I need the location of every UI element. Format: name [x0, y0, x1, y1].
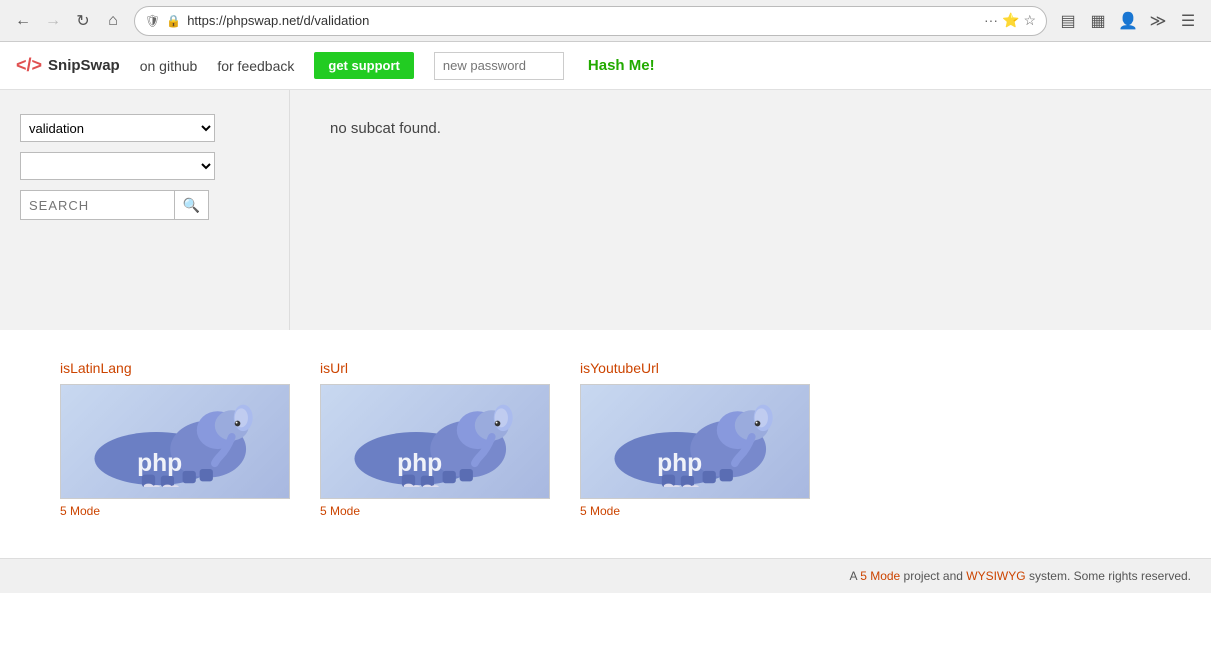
- svg-text:php: php: [397, 449, 442, 476]
- hash-me-button[interactable]: Hash Me!: [588, 57, 655, 74]
- snippet-mode-link-2[interactable]: 5 Mode: [580, 504, 620, 518]
- footer-text-middle: project and: [900, 569, 966, 583]
- address-actions: ··· ⭐ ☆: [984, 12, 1036, 29]
- get-support-button[interactable]: get support: [314, 52, 414, 79]
- snippet-meta-1: 5 Mode: [320, 504, 550, 518]
- menu-icon[interactable]: ☰: [1175, 8, 1201, 34]
- forward-button[interactable]: →: [40, 8, 66, 34]
- reload-button[interactable]: ↻: [70, 8, 96, 34]
- snippet-thumbnail-1[interactable]: php: [320, 384, 550, 499]
- footer-text-prefix: A: [850, 569, 861, 583]
- php-logo-svg-2: php: [600, 397, 790, 487]
- account-icon[interactable]: 👤: [1115, 8, 1141, 34]
- php-logo-svg-0: php: [80, 397, 270, 487]
- snippet-mode-link-1[interactable]: 5 Mode: [320, 504, 360, 518]
- snippets-grid: isLatinLang: [60, 360, 1151, 518]
- snippet-thumbnail-0[interactable]: php: [60, 384, 290, 499]
- snippet-mode-link-0[interactable]: 5 Mode: [60, 504, 100, 518]
- footer-mode-link[interactable]: 5 Mode: [860, 569, 900, 583]
- bookmark-icon[interactable]: ☆: [1023, 12, 1036, 29]
- snippet-title-2[interactable]: isYoutubeUrl: [580, 360, 810, 376]
- search-button[interactable]: 🔍: [175, 190, 209, 220]
- pocket-icon[interactable]: ⭐: [1002, 12, 1019, 29]
- svg-text:php: php: [657, 449, 702, 476]
- php-logo-svg-1: php: [340, 397, 530, 487]
- snippet-card-2: isYoutubeUrl php: [580, 360, 810, 518]
- footer: A 5 Mode project and WYSIWYG system. Som…: [0, 558, 1211, 593]
- footer-wysiwyg-link[interactable]: WYSIWYG: [966, 569, 1025, 583]
- sidebar: validation 🔍: [0, 90, 290, 330]
- main-content: validation 🔍 no subcat found.: [0, 90, 1211, 330]
- home-button[interactable]: ⌂: [100, 8, 126, 34]
- snippet-meta-0: 5 Mode: [60, 504, 290, 518]
- snippets-section: isLatinLang: [0, 330, 1211, 558]
- more-icon[interactable]: ···: [984, 12, 998, 29]
- category-select[interactable]: validation: [20, 114, 215, 142]
- browser-chrome: ← → ↻ ⌂ 🛡 🔒 https://phpswap.net/d/valida…: [0, 0, 1211, 42]
- address-bar[interactable]: 🛡 🔒 https://phpswap.net/d/validation ···…: [134, 6, 1047, 36]
- feedback-link[interactable]: for feedback: [217, 58, 294, 74]
- browser-toolbar-right: ▤ ▦ 👤 ≫ ☰: [1055, 8, 1201, 34]
- logo-text: SnipSwap: [48, 57, 120, 74]
- back-button[interactable]: ←: [10, 8, 36, 34]
- search-icon: 🔍: [183, 197, 200, 214]
- shield-icon: 🛡: [145, 14, 160, 28]
- extensions-icon[interactable]: ≫: [1145, 8, 1171, 34]
- url-text: https://phpswap.net/d/validation: [187, 13, 978, 28]
- logo-icon: </>: [16, 55, 42, 76]
- footer-text-suffix: system. Some rights reserved.: [1026, 569, 1191, 583]
- subcat-area: no subcat found.: [290, 90, 1211, 330]
- nav-buttons: ← → ↻ ⌂: [10, 8, 126, 34]
- snippet-card: isLatinLang: [60, 360, 290, 518]
- search-input[interactable]: [20, 190, 175, 220]
- search-row: 🔍: [20, 190, 269, 220]
- github-link[interactable]: on github: [140, 58, 198, 74]
- no-subcat-message: no subcat found.: [330, 120, 441, 137]
- library-icon[interactable]: ▤: [1055, 8, 1081, 34]
- lock-icon: 🔒: [166, 14, 181, 28]
- subcat-select[interactable]: [20, 152, 215, 180]
- password-input[interactable]: [434, 52, 564, 80]
- svg-text:php: php: [137, 449, 182, 476]
- snippet-title-0[interactable]: isLatinLang: [60, 360, 290, 376]
- app-header: </> SnipSwap on github for feedback get …: [0, 42, 1211, 90]
- snippet-meta-2: 5 Mode: [580, 504, 810, 518]
- reader-view-icon[interactable]: ▦: [1085, 8, 1111, 34]
- snippet-title-1[interactable]: isUrl: [320, 360, 550, 376]
- snippet-card-1: isUrl php: [320, 360, 550, 518]
- logo[interactable]: </> SnipSwap: [16, 55, 120, 76]
- snippet-thumbnail-2[interactable]: php: [580, 384, 810, 499]
